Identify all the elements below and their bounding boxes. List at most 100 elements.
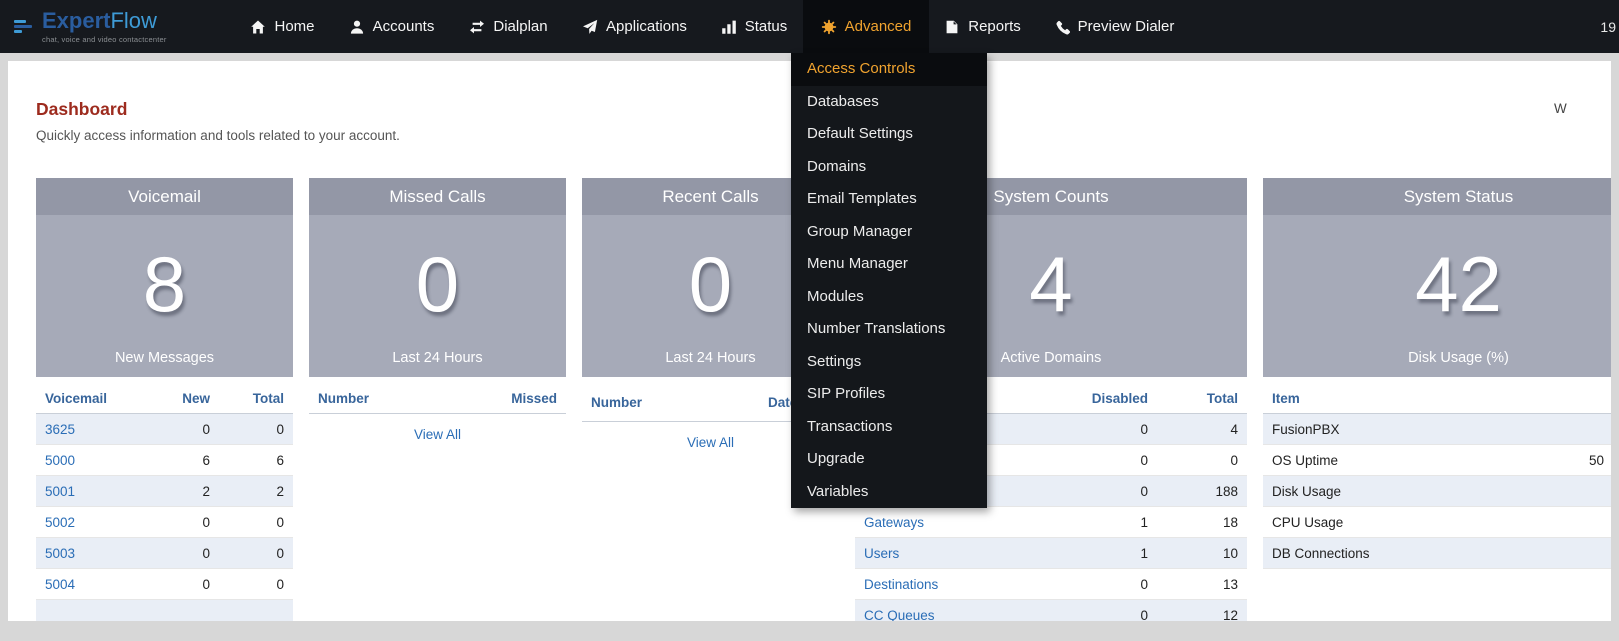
menu-item-group-manager[interactable]: Group Manager xyxy=(791,216,987,249)
nav-item-home[interactable]: Home xyxy=(235,0,330,53)
cell-new: 0 xyxy=(146,546,210,561)
table-row: CPU Usage xyxy=(1263,507,1611,538)
voicemail-extension-link[interactable]: 5002 xyxy=(45,515,146,530)
cell-total: 10 xyxy=(1148,546,1238,561)
menu-item-modules[interactable]: Modules xyxy=(791,281,987,314)
status-icon xyxy=(721,19,737,35)
accounts-icon xyxy=(349,19,365,35)
view-all-link[interactable]: View All xyxy=(414,427,461,442)
status-item: OS Uptime xyxy=(1272,453,1589,468)
big-number: 0 xyxy=(309,215,566,323)
voicemail-table: Voicemail New Total 3625 0 0 5000 6 6 50… xyxy=(36,383,293,621)
cell-total: 0 xyxy=(210,577,284,592)
logo-text: ExpertFlow xyxy=(42,10,167,32)
nav-item-label: Advanced xyxy=(845,18,912,35)
big-number-label: Last 24 Hours xyxy=(309,350,566,366)
missed-calls-table: Number Missed View All xyxy=(309,383,566,455)
card-title: System Status xyxy=(1263,178,1611,215)
menu-item-databases[interactable]: Databases xyxy=(791,86,987,119)
column-header: Number xyxy=(591,395,768,410)
phone-handset-icon xyxy=(1054,19,1070,35)
nav-item-preview-dialer[interactable]: Preview Dialer xyxy=(1036,0,1192,53)
top-navbar: ExpertFlow chat, voice and video contact… xyxy=(0,0,1619,53)
table-row: Users 1 10 xyxy=(855,538,1247,569)
card-voicemail: Voicemail 8 New Messages Voicemail New T… xyxy=(36,178,293,621)
nav-item-label: Applications xyxy=(606,18,687,35)
cell-disabled: 0 xyxy=(1068,422,1148,437)
menu-item-variables[interactable]: Variables xyxy=(791,476,987,509)
cell-new: 2 xyxy=(146,484,210,499)
voicemail-extension-link[interactable]: 5003 xyxy=(45,546,146,561)
nav-item-reports[interactable]: Reports xyxy=(929,0,1036,53)
menu-item-email-templates[interactable]: Email Templates xyxy=(791,183,987,216)
nav-item-applications[interactable]: Applications xyxy=(564,0,705,53)
table-row: Disk Usage xyxy=(1263,476,1611,507)
count-item-link[interactable]: CC Queues xyxy=(864,608,1068,622)
menu-item-sip-profiles[interactable]: SIP Profiles xyxy=(791,378,987,411)
menu-item-upgrade[interactable]: Upgrade xyxy=(791,443,987,476)
menu-item-default-settings[interactable]: Default Settings xyxy=(791,118,987,151)
table-header-row: Number Missed xyxy=(309,383,566,414)
voicemail-extension-link[interactable]: 5004 xyxy=(45,577,146,592)
cell-disabled: 1 xyxy=(1068,546,1148,561)
table-header-row: Item xyxy=(1263,383,1611,414)
menu-item-transactions[interactable]: Transactions xyxy=(791,411,987,444)
cell-disabled: 1 xyxy=(1068,515,1148,530)
column-header: Voicemail xyxy=(45,391,146,406)
column-header: Total xyxy=(1148,391,1238,406)
table-row-partial xyxy=(36,600,293,621)
cell-disabled: 0 xyxy=(1068,484,1148,499)
cell-new: 0 xyxy=(146,515,210,530)
table-row: OS Uptime 50 xyxy=(1263,445,1611,476)
view-all-link[interactable]: View All xyxy=(687,435,734,450)
gear-icon xyxy=(821,19,837,35)
table-row: 5003 0 0 xyxy=(36,538,293,569)
table-row: 5002 0 0 xyxy=(36,507,293,538)
advanced-dropdown-menu: Access Controls Databases Default Settin… xyxy=(791,53,987,508)
menu-item-access-controls[interactable]: Access Controls xyxy=(791,53,987,86)
table-row: FusionPBX xyxy=(1263,414,1611,445)
column-header: Item xyxy=(1272,391,1611,406)
nav-item-advanced[interactable]: Advanced xyxy=(803,0,929,53)
big-number: 8 xyxy=(36,215,293,323)
nav-timer: 19 xyxy=(1600,19,1616,35)
card-title: Missed Calls xyxy=(309,178,566,215)
app-logo[interactable]: ExpertFlow chat, voice and video contact… xyxy=(0,0,192,53)
menu-item-number-translations[interactable]: Number Translations xyxy=(791,313,987,346)
column-header: Disabled xyxy=(1068,391,1148,406)
voicemail-extension-link[interactable]: 5001 xyxy=(45,484,146,499)
cell-total: 2 xyxy=(210,484,284,499)
cell-disabled: 0 xyxy=(1068,608,1148,622)
status-value: 50 xyxy=(1589,453,1611,468)
count-item-link[interactable]: Gateways xyxy=(864,515,1068,530)
column-header: Number xyxy=(318,391,477,406)
cell-total: 0 xyxy=(210,422,284,437)
big-number-label: New Messages xyxy=(36,350,293,366)
status-item: CPU Usage xyxy=(1272,515,1589,530)
menu-item-menu-manager[interactable]: Menu Manager xyxy=(791,248,987,281)
nav-item-status[interactable]: Status xyxy=(705,0,803,53)
count-item-link[interactable]: Destinations xyxy=(864,577,1068,592)
page-title: Dashboard xyxy=(36,99,127,120)
voicemail-count-panel: 8 New Messages xyxy=(36,215,293,377)
nav-item-dialplan[interactable]: Dialplan xyxy=(453,0,564,53)
cell-total: 6 xyxy=(210,453,284,468)
column-header: New xyxy=(146,391,210,406)
table-row: 5004 0 0 xyxy=(36,569,293,600)
menu-item-domains[interactable]: Domains xyxy=(791,151,987,184)
nav-item-label: Accounts xyxy=(373,18,435,35)
menu-item-settings[interactable]: Settings xyxy=(791,346,987,379)
nav-items: Home Accounts Dialplan Applications Stat… xyxy=(235,0,1192,53)
cell-disabled: 0 xyxy=(1068,577,1148,592)
table-row: Destinations 0 13 xyxy=(855,569,1247,600)
table-row: CC Queues 0 12 xyxy=(855,600,1247,621)
count-item-link[interactable]: Users xyxy=(864,546,1068,561)
status-item: DB Connections xyxy=(1272,546,1589,561)
voicemail-extension-link[interactable]: 5000 xyxy=(45,453,146,468)
cell-total: 0 xyxy=(210,515,284,530)
table-row: DB Connections xyxy=(1263,538,1611,569)
voicemail-extension-link[interactable]: 3625 xyxy=(45,422,146,437)
logo-icon xyxy=(12,16,34,38)
nav-item-accounts[interactable]: Accounts xyxy=(330,0,453,53)
table-row: 5000 6 6 xyxy=(36,445,293,476)
